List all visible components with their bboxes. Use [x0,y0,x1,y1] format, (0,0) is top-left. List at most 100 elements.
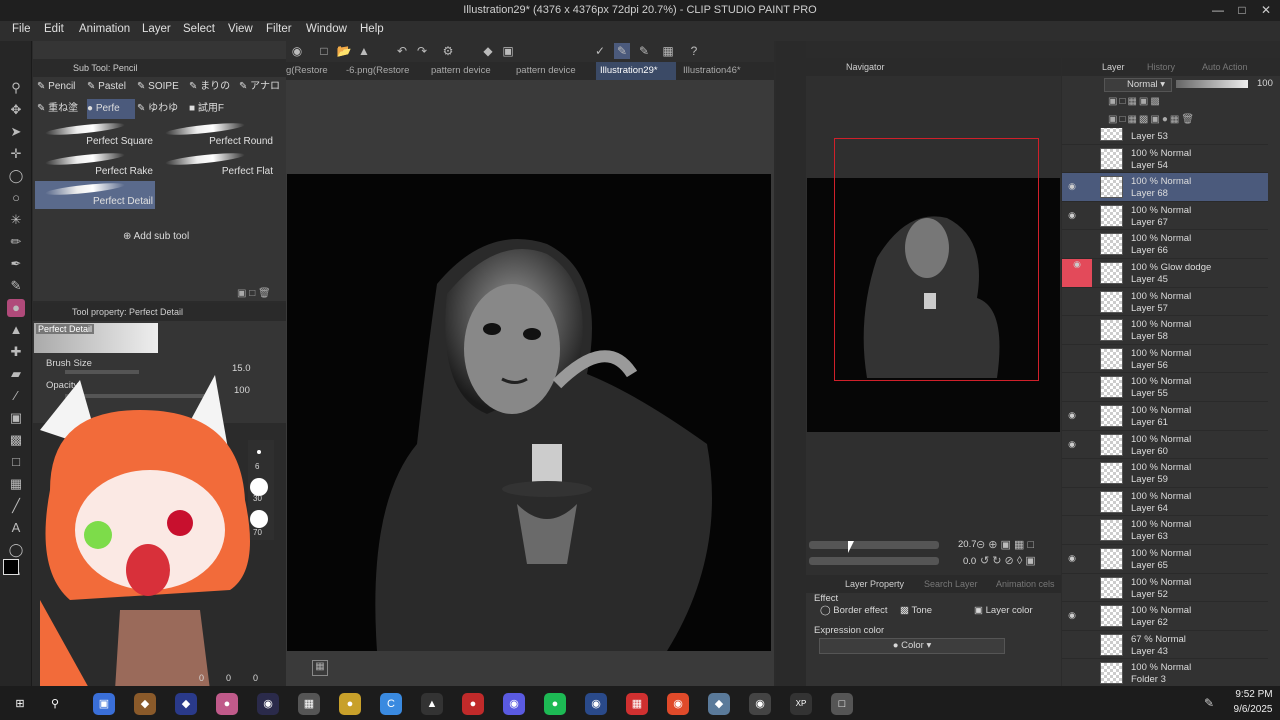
copilot-icon[interactable]: ● [216,693,238,715]
rotate-slider[interactable] [809,557,939,565]
visibility-eye-icon[interactable] [1066,467,1078,479]
layer-actions-icons[interactable]: ▣□▦▩▣●▦🗑 [1108,114,1196,125]
visibility-eye-icon[interactable]: ◉ [1066,410,1078,422]
operation-tool-icon[interactable]: ➤ [7,123,25,141]
clock-date[interactable]: 9/6/2025 [1230,704,1276,715]
fill-icon[interactable]: ▣ [7,409,25,427]
minecraft-icon[interactable]: ▦ [298,693,320,715]
layer-row[interactable]: 100 % Normal Folder 3 [1062,659,1268,686]
xp-pen-icon[interactable]: XP [790,693,812,715]
layer-row[interactable]: ◉ 100 % Normal Layer 62 [1062,602,1268,631]
layer-row[interactable]: ◉ 100 % Glow dodge Layer 45 [1062,259,1268,288]
visibility-eye-icon[interactable] [1066,238,1078,250]
border-effect-button[interactable]: ◯ Border effect [820,605,896,619]
clock-time[interactable]: 9:52 PM [1232,689,1276,700]
move-layer-icon[interactable]: ✛ [7,145,25,163]
doc-tab[interactable]: g(Restore [286,62,332,80]
app-icon[interactable]: ◆ [175,693,197,715]
transform-icon[interactable]: ▣ [500,43,516,59]
menu-animation[interactable]: Animation [79,23,130,35]
visibility-eye-icon[interactable] [1066,324,1078,336]
menu-window[interactable]: Window [306,23,347,35]
device-icon[interactable]: ▦ [660,43,676,59]
menu-file[interactable]: File [12,23,31,35]
layer-row[interactable]: 100 % Normal Layer 59 [1062,459,1268,488]
menu-select[interactable]: Select [183,23,215,35]
gradient-icon[interactable]: ▩ [7,431,25,449]
expression-color-select[interactable]: ● Color ▾ [819,638,1005,654]
subtool-tab-6[interactable]: ✎ 重ね塗 [37,99,85,119]
minimize-button[interactable]: — [1206,2,1230,19]
angle-value[interactable]: 0.0 [963,556,976,567]
tab-search-layer[interactable]: Search Layer [924,579,978,589]
clip-studio-icon[interactable]: □ [831,693,853,715]
layer-row[interactable]: Layer 53 [1062,128,1268,145]
brush-icon[interactable]: ● [7,299,25,317]
layer-row[interactable]: 100 % Normal Layer 54 [1062,145,1268,174]
layer-row[interactable]: 100 % Normal Layer 57 [1062,288,1268,317]
visibility-eye-icon[interactable] [1066,381,1078,393]
new-icon[interactable]: □ [316,43,332,59]
visibility-eye-icon[interactable] [1066,128,1078,136]
zoom-tool-icon[interactable]: ⚲ [7,79,25,97]
airbrush-icon[interactable]: ▲ [7,321,25,339]
spotify-icon[interactable]: ● [544,693,566,715]
subtool-tab-pencil[interactable]: ✎ Pencil [37,77,85,97]
brush-perfect-square[interactable]: Perfect Square [35,120,155,149]
brush-perfect-detail[interactable]: Perfect Detail [35,180,155,209]
pen-tray-icon[interactable]: ✎ [1204,696,1214,710]
pen-pressure-icon[interactable]: ✎ [614,43,630,59]
navigator-tab[interactable]: Navigator [846,62,885,72]
subtool-tab-perfect[interactable]: ● Perfe [87,99,135,119]
ruler-snap-icon[interactable]: ✎ [636,43,652,59]
eyedropper-icon[interactable]: ✏ [7,233,25,251]
visibility-eye-icon[interactable]: ◉ [1062,259,1092,287]
menu-filter[interactable]: Filter [266,23,292,35]
tab-layer[interactable]: Layer [1102,62,1125,72]
app-icon[interactable]: ◉ [289,43,305,59]
search-icon[interactable]: ⚲ [44,693,66,715]
help-icon[interactable]: ? [686,43,702,59]
layer-color-button[interactable]: ▣ Layer color [974,605,1054,619]
doc-tab[interactable]: Illustration46* [683,62,753,80]
check-icon[interactable]: ✓ [592,43,608,59]
frame-icon[interactable]: ▦ [7,475,25,493]
menu-layer[interactable]: Layer [142,23,171,35]
open-icon[interactable]: 📂 [336,43,352,59]
visibility-eye-icon[interactable]: ◉ [1066,210,1078,222]
app-icon[interactable]: ▦ [626,693,648,715]
tab-auto-action[interactable]: Auto Action [1202,62,1248,72]
tab-layer-property[interactable]: Layer Property [845,579,904,589]
layer-row[interactable]: 100 % Normal Layer 52 [1062,574,1268,603]
main-color-swatch[interactable] [3,559,19,575]
visibility-eye-icon[interactable] [1066,296,1078,308]
pencil-icon[interactable]: ✎ [7,277,25,295]
layer-opacity-value[interactable]: 100 [1257,78,1273,89]
canvas-panel-toggle-icon[interactable]: ▦ [312,660,328,676]
taskview-icon[interactable]: ▣ [93,693,115,715]
layer-row[interactable]: 100 % Normal Layer 56 [1062,345,1268,374]
visibility-eye-icon[interactable] [1066,353,1078,365]
visibility-eye-icon[interactable] [1066,582,1078,594]
doc-tab[interactable]: pattern device [431,62,501,80]
brush-perfect-round[interactable]: Perfect Round [155,120,275,149]
visibility-eye-icon[interactable] [1066,496,1078,508]
layer-toolbar-icons[interactable]: ▣□▦▣▩ [1108,96,1162,107]
subtool-actions[interactable]: ▣ □ 🗑 [237,288,271,299]
subtool-tab-pastel[interactable]: ✎ Pastel [87,77,135,97]
visibility-eye-icon[interactable]: ◉ [1066,439,1078,451]
add-subtool-button[interactable]: ⊕ Add sub tool [123,231,189,242]
doc-tab[interactable]: -6.png(Restore [346,62,416,80]
tab-animation-cels[interactable]: Animation cels [996,579,1055,589]
lasso-icon[interactable]: ◯ [7,167,25,185]
decoration-icon[interactable]: ✚ [7,343,25,361]
app-icon[interactable]: ● [339,693,361,715]
subtool-tab-8[interactable]: ✎ ゆわゆ [137,99,187,119]
app-icon[interactable]: ● [462,693,484,715]
visibility-eye-icon[interactable]: ◉ [1066,610,1078,622]
steam-icon[interactable]: ◉ [585,693,607,715]
menu-view[interactable]: View [228,23,253,35]
tone-button[interactable]: ▩ Tone [900,605,970,619]
close-button[interactable]: ✕ [1254,2,1278,19]
navigator-view-frame[interactable] [834,138,1039,381]
